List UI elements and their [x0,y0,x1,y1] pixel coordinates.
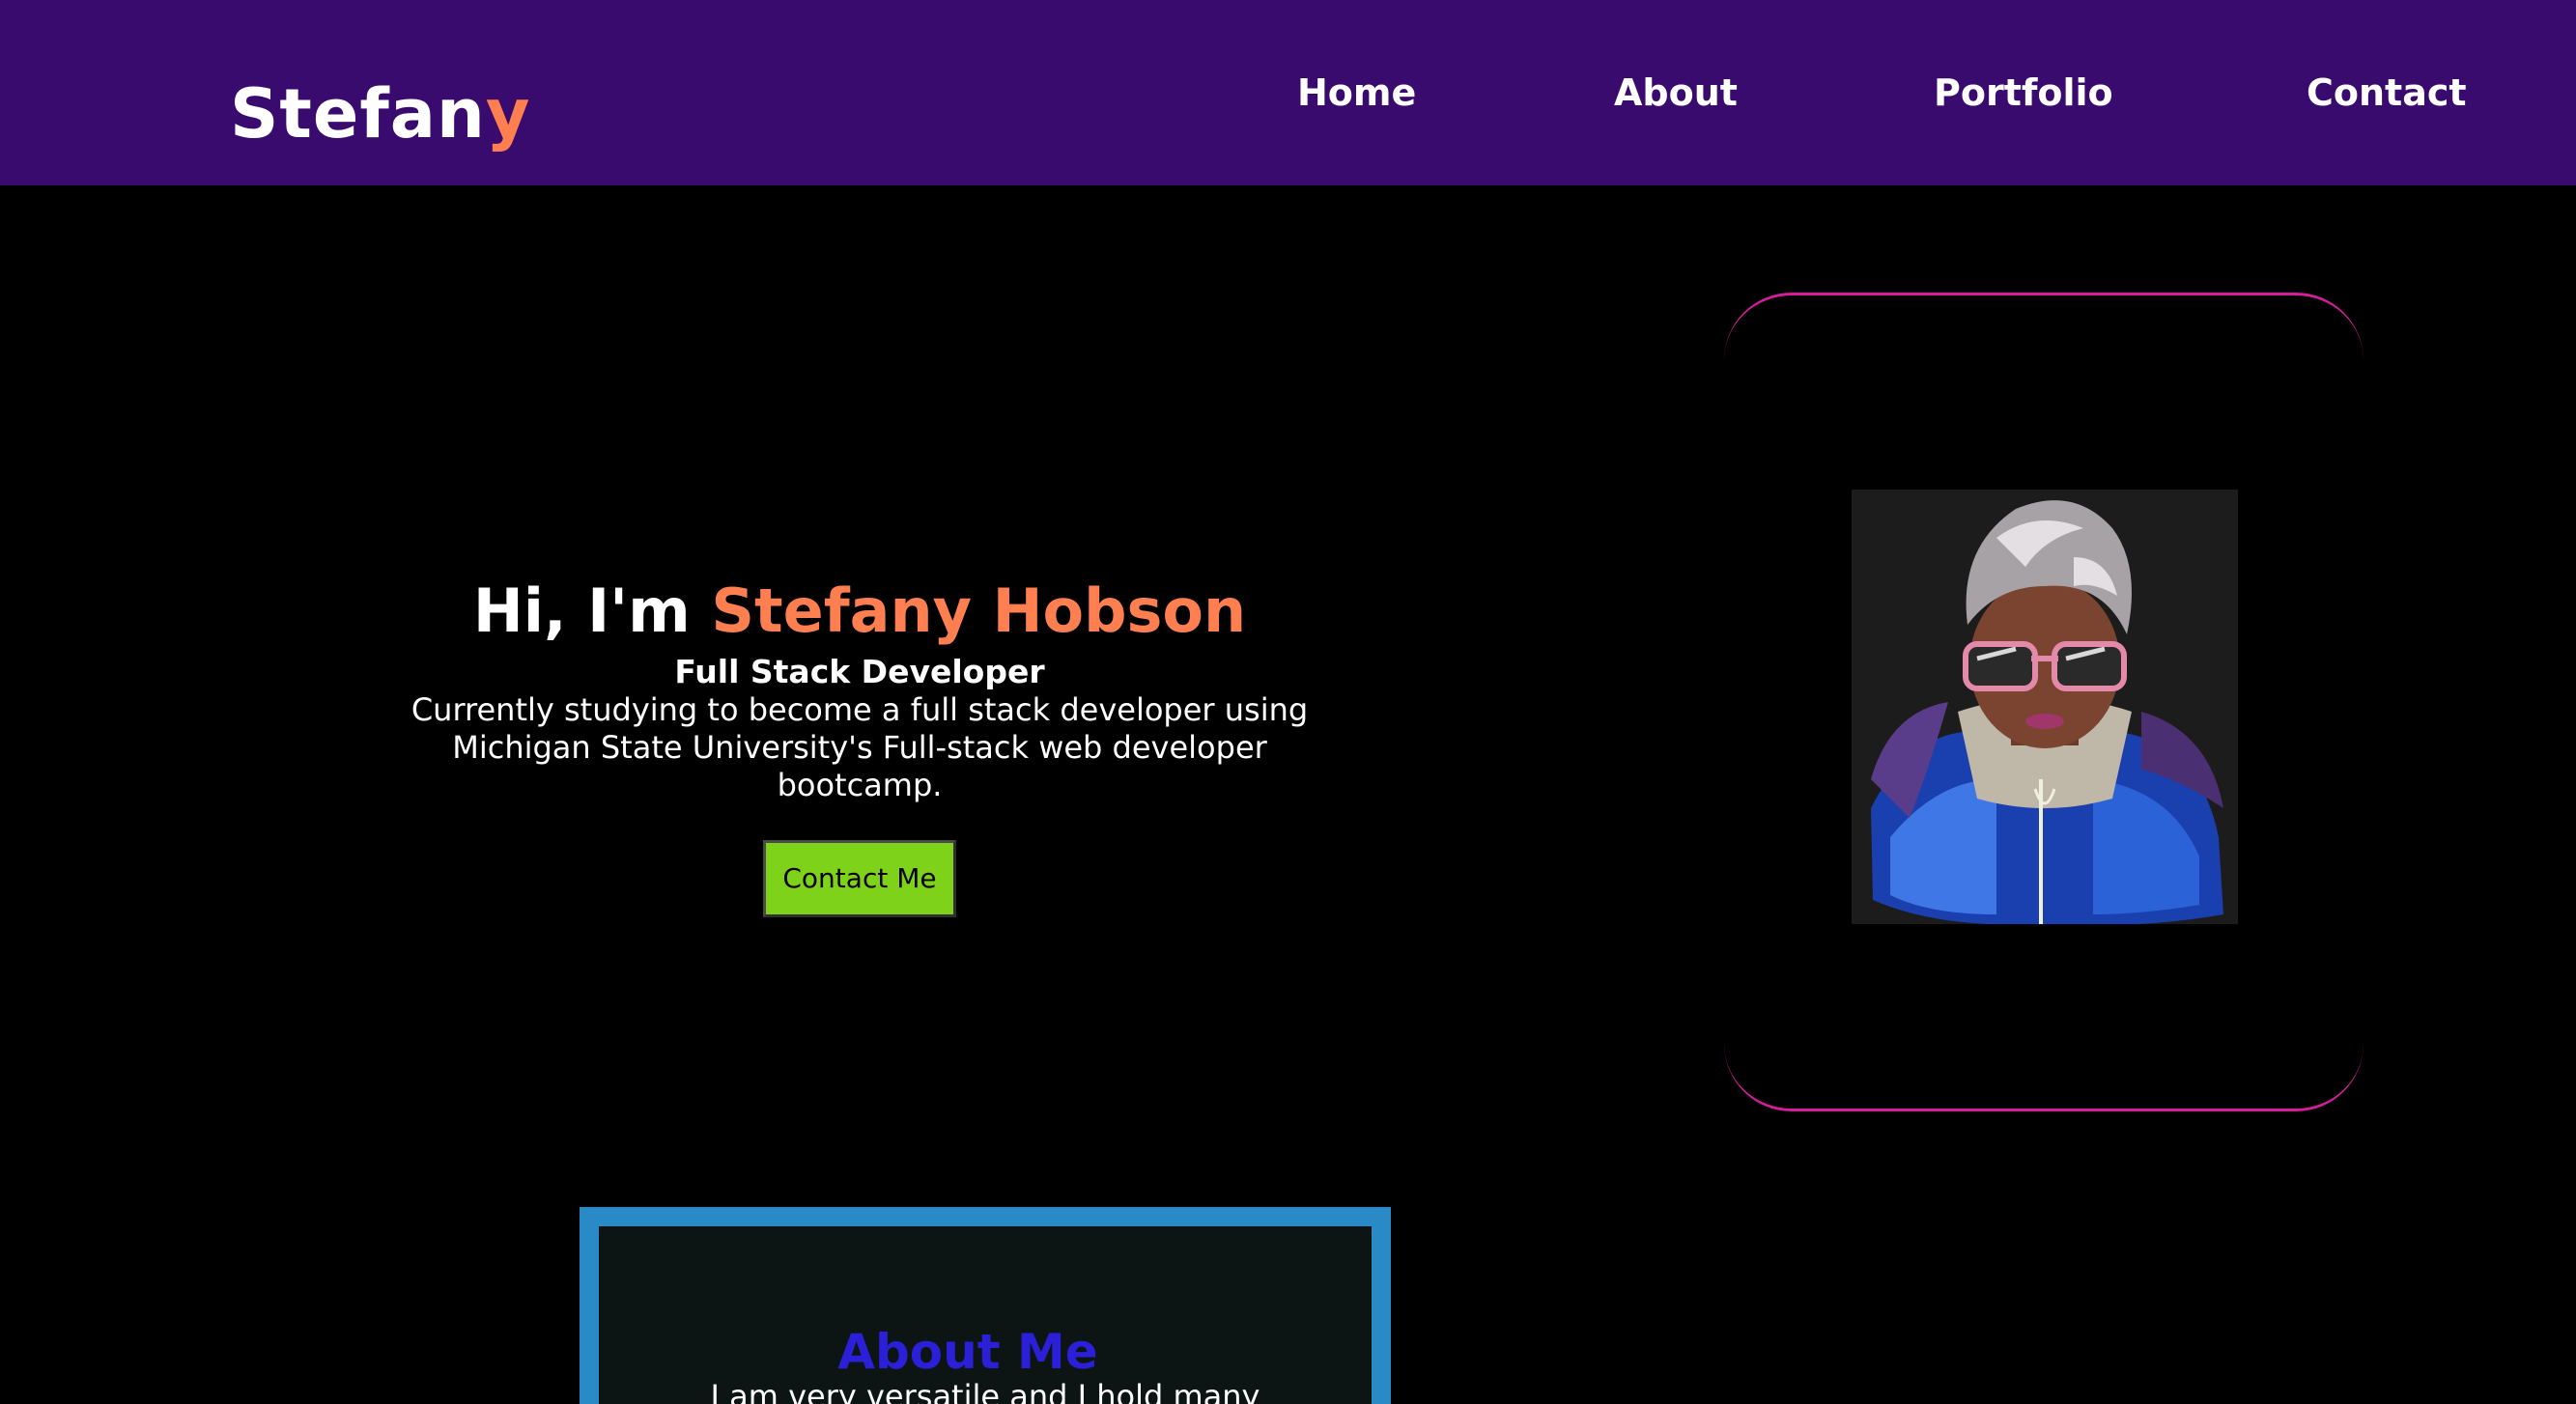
nav-about[interactable]: About [1614,70,1738,116]
hero-section: Hi, I'm Stefany Hobson Full Stack Develo… [377,572,1343,917]
contact-me-button[interactable]: Contact Me [763,840,956,917]
nav-contact[interactable]: Contact [2307,70,2467,116]
brand-logo[interactable]: Stefany [230,70,531,158]
site-header: Stefany Home About Portfolio Contact [0,0,2576,185]
hero-role: Full Stack Developer [674,653,1045,690]
profile-photo-illustration [1852,490,2238,924]
hero-name: Stefany Hobson [711,576,1247,646]
nav-home[interactable]: Home [1297,70,1416,116]
brand-main: Stefan [230,74,486,154]
hero-greeting: Hi, I'm [472,576,712,646]
profile-photo [1852,490,2238,924]
page: Stefany Home About Portfolio Contact Hi,… [0,0,2576,1404]
hero-title: Hi, I'm Stefany Hobson [377,572,1343,651]
brand-accent: y [485,74,531,154]
nav-portfolio[interactable]: Portfolio [1934,70,2113,116]
hero-description: Currently studying to become a full stac… [410,691,1309,803]
about-text: I am very versatile and I hold many [710,1378,1260,1404]
about-title: About Me [837,1324,1098,1380]
